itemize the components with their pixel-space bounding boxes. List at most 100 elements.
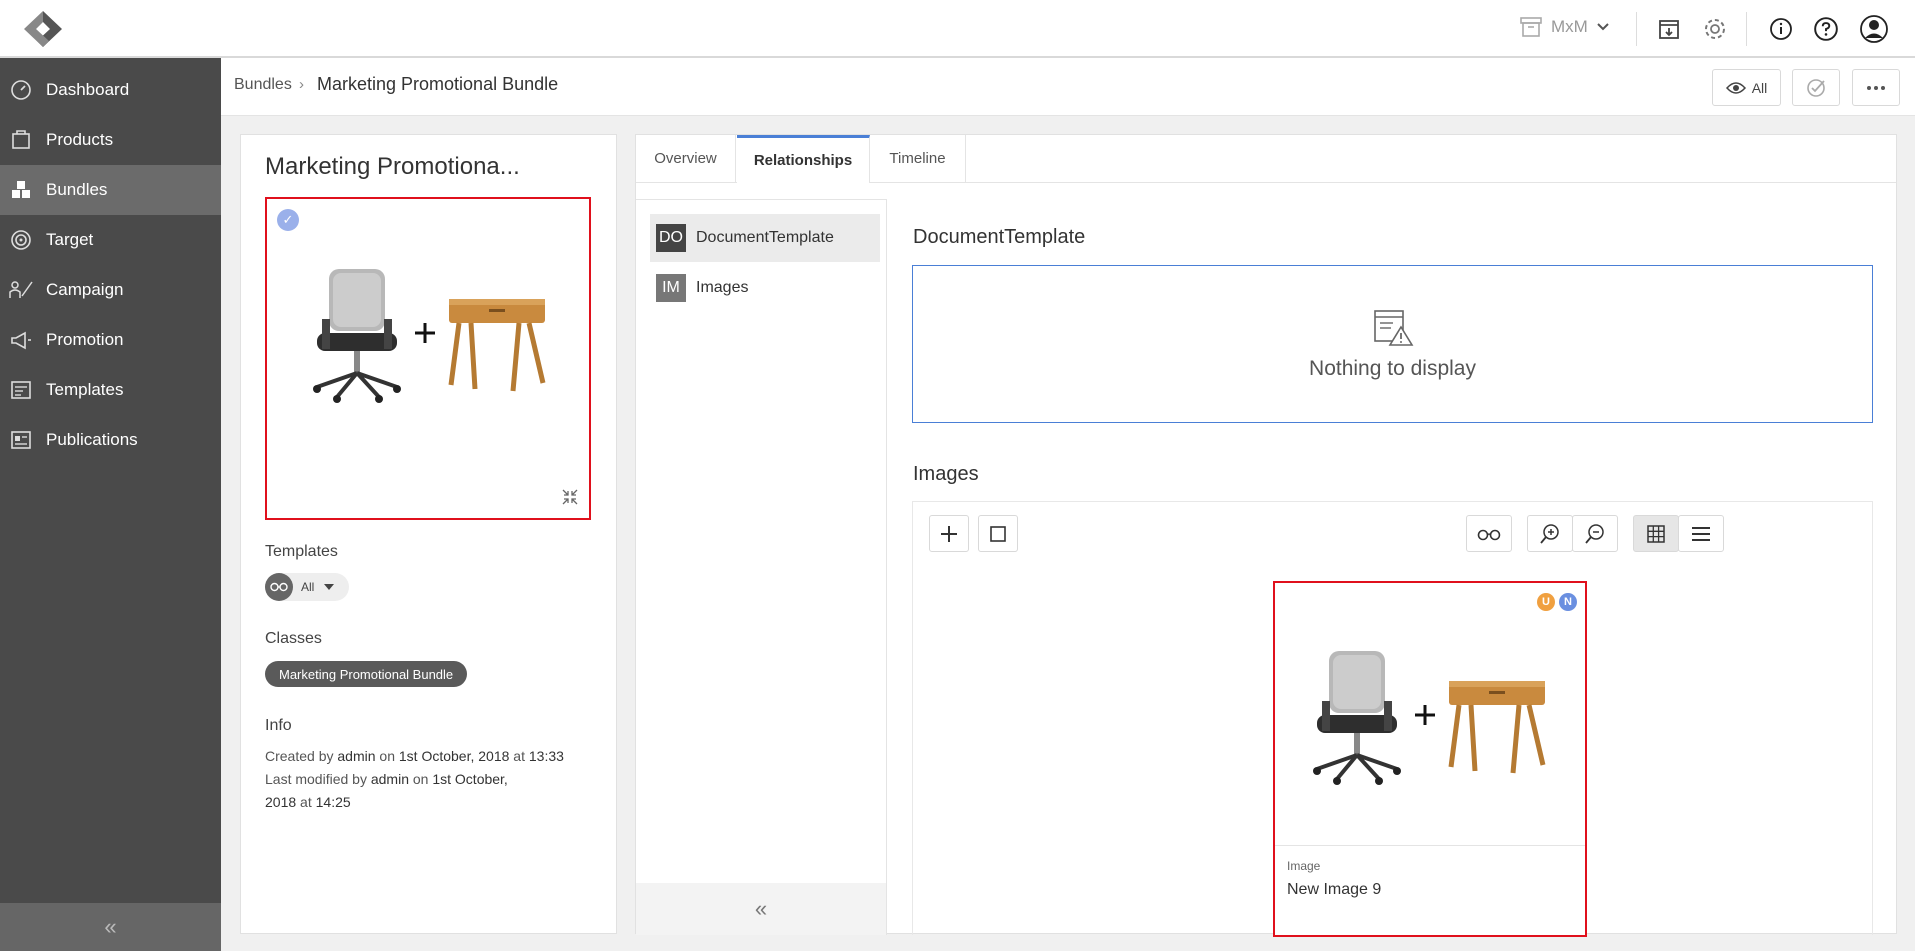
sidebar-item-templates[interactable]: Templates xyxy=(0,365,221,415)
sidebar: Dashboard Products Bundles Target Campai… xyxy=(0,58,221,951)
breadcrumb-root[interactable]: Bundles xyxy=(234,76,292,94)
zoom-out-icon xyxy=(1585,523,1604,544)
sidebar-item-promotion[interactable]: Promotion xyxy=(0,315,221,365)
modified-date: 1st October, xyxy=(432,771,508,787)
list-view-button[interactable] xyxy=(1678,515,1724,552)
zoom-out-button[interactable] xyxy=(1572,515,1618,552)
created-on-word: on xyxy=(379,748,395,764)
sidebar-item-campaign[interactable]: Campaign xyxy=(0,265,221,315)
divider xyxy=(1746,12,1747,46)
relationships-panel: Overview Relationships Timeline DO Docum… xyxy=(635,134,1897,937)
eye-icon xyxy=(1725,81,1746,94)
entity-detail-panel: Marketing Promotiona... ✓ Templates All xyxy=(240,134,617,934)
relationship-label: DocumentTemplate xyxy=(696,229,834,246)
sidebar-item-label: Promotion xyxy=(46,330,124,349)
promotion-icon xyxy=(8,327,34,353)
modified-by-user: admin xyxy=(370,771,409,787)
top-bar: MxM xyxy=(0,0,1915,58)
class-badge[interactable]: Marketing Promotional Bundle xyxy=(265,661,468,687)
card-divider xyxy=(1275,845,1585,846)
view-filter-button[interactable]: All xyxy=(1712,69,1781,106)
empty-state-text: Nothing to display xyxy=(1309,357,1476,380)
select-all-checkbox[interactable] xyxy=(978,515,1018,552)
relationship-item-documenttemplate[interactable]: DO DocumentTemplate xyxy=(650,214,880,262)
zoom-in-button[interactable] xyxy=(1527,515,1573,552)
double-chevron-left-icon: « xyxy=(754,896,768,921)
sidebar-item-bundles[interactable]: Bundles xyxy=(0,165,221,215)
images-heading: Images xyxy=(913,463,979,485)
modified-year: 2018 xyxy=(265,794,297,810)
modified-info: Last modified by admin on 1st October, 2… xyxy=(265,768,595,814)
sidebar-item-target[interactable]: Target xyxy=(0,215,221,265)
grid-icon xyxy=(1647,524,1665,543)
entity-main-image[interactable]: ✓ xyxy=(265,197,591,520)
card-entity-name[interactable]: New Image 9 xyxy=(1287,881,1381,899)
archive-label: MxM xyxy=(1551,17,1588,36)
page-header: Bundles › Marketing Promotional Bundle A… xyxy=(221,58,1915,116)
more-options-button[interactable] xyxy=(1852,69,1900,106)
bundles-icon xyxy=(8,177,34,203)
sidebar-item-label: Campaign xyxy=(46,280,124,299)
preview-button[interactable] xyxy=(1466,515,1512,552)
breadcrumb-separator: › xyxy=(299,76,304,93)
archive-selector[interactable]: MxM xyxy=(1519,16,1610,38)
relationship-item-images[interactable]: IM Images xyxy=(650,264,880,312)
sidebar-item-label: Templates xyxy=(46,380,124,399)
relationship-list-collapse-button[interactable]: « xyxy=(636,883,886,935)
sidebar-item-label: Dashboard xyxy=(46,80,130,99)
sidebar-item-label: Target xyxy=(46,230,94,249)
campaign-icon xyxy=(8,277,34,303)
sidebar-item-dashboard[interactable]: Dashboard xyxy=(0,65,221,115)
created-date: 1st October, 2018 xyxy=(398,748,510,764)
dashboard-icon xyxy=(8,77,34,103)
sidebar-item-publications[interactable]: Publications xyxy=(0,415,221,465)
tab-bar: Overview Relationships Timeline xyxy=(636,135,1896,183)
glasses-icon xyxy=(265,573,293,601)
card-thumbnail-image xyxy=(1313,651,1546,785)
classes-section-label: Classes xyxy=(265,630,322,647)
relationship-list: DO DocumentTemplate IM Images « xyxy=(636,199,887,935)
grid-view-button[interactable] xyxy=(1633,515,1679,552)
user-icon[interactable] xyxy=(1859,14,1889,44)
relationship-abbr: DO xyxy=(656,224,686,252)
sidebar-collapse-button[interactable]: « xyxy=(0,903,221,951)
templates-filter-dropdown[interactable]: All xyxy=(265,573,349,601)
info-section-label: Info xyxy=(265,717,292,734)
gear-icon[interactable] xyxy=(1700,14,1730,44)
caret-down-icon xyxy=(324,584,335,590)
info-icon[interactable] xyxy=(1766,14,1796,44)
chevron-down-icon xyxy=(1597,23,1609,31)
tab-timeline[interactable]: Timeline xyxy=(870,135,966,182)
images-grid-panel: U N Image New Image 9 xyxy=(912,501,1873,937)
collapse-icon[interactable] xyxy=(561,488,579,506)
help-icon[interactable] xyxy=(1811,14,1841,44)
status-badge-n: N xyxy=(1559,593,1577,611)
modified-prefix: Last modified by xyxy=(265,771,367,787)
zoom-in-icon xyxy=(1540,523,1559,544)
approve-button[interactable] xyxy=(1792,69,1840,106)
image-card[interactable]: U N Image New Image 9 xyxy=(1273,581,1587,937)
modified-on-word: on xyxy=(412,771,429,787)
tab-overview[interactable]: Overview xyxy=(636,135,736,182)
plus-icon xyxy=(941,525,957,542)
sidebar-item-label: Products xyxy=(46,130,114,149)
card-entity-type: Image xyxy=(1287,859,1321,873)
created-time: 13:33 xyxy=(528,748,564,764)
double-chevron-left-icon: « xyxy=(104,914,117,939)
relationship-label: Images xyxy=(696,279,749,296)
entity-title: Marketing Promotiona... xyxy=(265,153,520,180)
created-prefix: Created by xyxy=(265,748,334,764)
export-icon[interactable] xyxy=(1654,14,1684,44)
templates-section-label: Templates xyxy=(265,543,338,560)
logo-icon[interactable] xyxy=(20,8,66,50)
check-icon: ✓ xyxy=(277,209,299,231)
sidebar-item-products[interactable]: Products xyxy=(0,115,221,165)
created-by-user: admin xyxy=(337,748,376,764)
add-button[interactable] xyxy=(929,515,969,552)
status-badge-u: U xyxy=(1537,593,1555,611)
tab-relationships[interactable]: Relationships xyxy=(737,135,870,183)
modified-time: 14:25 xyxy=(315,794,351,810)
templates-icon xyxy=(8,377,34,403)
created-at-word: at xyxy=(513,748,525,764)
bundle-product-image xyxy=(313,269,546,403)
